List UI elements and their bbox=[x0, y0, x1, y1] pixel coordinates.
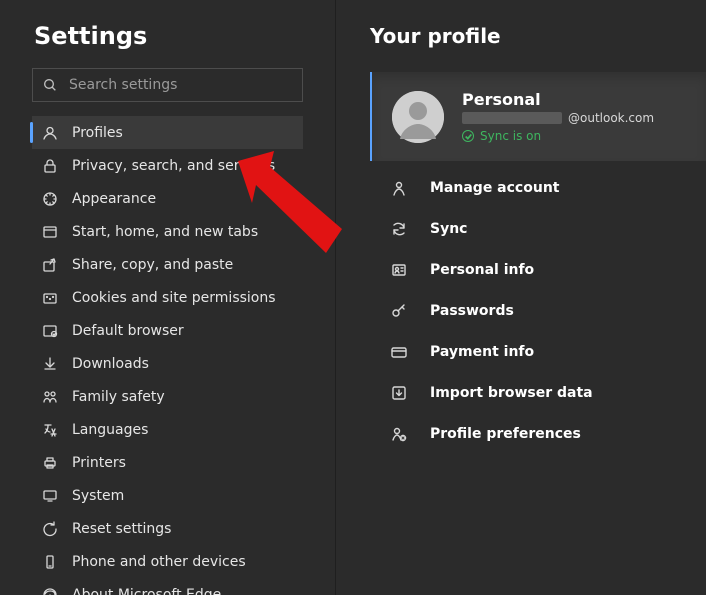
sidebar-item-downloads[interactable]: Downloads bbox=[32, 347, 303, 380]
sidebar-item-label: Printers bbox=[72, 455, 126, 471]
cookies-icon bbox=[42, 290, 58, 306]
printer-icon bbox=[42, 455, 58, 471]
share-icon bbox=[42, 257, 58, 273]
sidebar-item-share-copy-and-paste[interactable]: Share, copy, and paste bbox=[32, 248, 303, 281]
search-wrap bbox=[32, 68, 303, 102]
sidebar-item-label: Share, copy, and paste bbox=[72, 257, 233, 273]
action-label: Payment info bbox=[430, 344, 534, 360]
action-passwords[interactable]: Passwords bbox=[370, 290, 706, 331]
sidebar-item-about-microsoft-edge[interactable]: About Microsoft Edge bbox=[32, 578, 303, 595]
action-label: Passwords bbox=[430, 303, 514, 319]
sync-status: Sync is on bbox=[462, 129, 654, 143]
import-icon bbox=[390, 384, 408, 402]
sidebar-item-privacy-search-and-services[interactable]: Privacy, search, and services bbox=[32, 149, 303, 182]
personalinfo-icon bbox=[390, 261, 408, 279]
profile-name: Personal bbox=[462, 90, 654, 109]
sidebar-item-family-safety[interactable]: Family safety bbox=[32, 380, 303, 413]
phone-icon bbox=[42, 554, 58, 570]
sidebar-item-label: Family safety bbox=[72, 389, 165, 405]
profile-actions: Manage account Sync Personal info Passwords… bbox=[370, 161, 706, 454]
sidebar-item-languages[interactable]: Languages bbox=[32, 413, 303, 446]
action-manage-account[interactable]: Manage account bbox=[370, 167, 706, 208]
main-panel: Your profile Personal @outlook.com Sync … bbox=[336, 0, 706, 595]
home-icon bbox=[42, 224, 58, 240]
profile-email: @outlook.com bbox=[462, 111, 654, 125]
sidebar-item-label: Languages bbox=[72, 422, 148, 438]
sync-icon bbox=[390, 220, 408, 238]
settings-title: Settings bbox=[0, 22, 335, 68]
browser-icon bbox=[42, 323, 58, 339]
email-masked bbox=[462, 112, 562, 124]
family-icon bbox=[42, 389, 58, 405]
action-import-browser-data[interactable]: Import browser data bbox=[370, 372, 706, 413]
profilepref-icon bbox=[390, 425, 408, 443]
action-sync[interactable]: Sync bbox=[370, 208, 706, 249]
settings-sidebar: Settings Profiles Privacy, search, and se… bbox=[0, 0, 336, 595]
sidebar-item-label: About Microsoft Edge bbox=[72, 587, 221, 595]
sidebar-item-label: Reset settings bbox=[72, 521, 171, 537]
sync-check-icon bbox=[462, 130, 474, 142]
key-icon bbox=[390, 302, 408, 320]
languages-icon bbox=[42, 422, 58, 438]
sidebar-item-cookies-and-site-permissions[interactable]: Cookies and site permissions bbox=[32, 281, 303, 314]
action-label: Personal info bbox=[430, 262, 534, 278]
profile-card[interactable]: Personal @outlook.com Sync is on bbox=[370, 72, 706, 161]
action-label: Profile preferences bbox=[430, 426, 581, 442]
sidebar-item-label: Privacy, search, and services bbox=[72, 158, 275, 174]
sidebar-item-system[interactable]: System bbox=[32, 479, 303, 512]
download-icon bbox=[42, 356, 58, 372]
action-label: Manage account bbox=[430, 180, 559, 196]
action-profile-preferences[interactable]: Profile preferences bbox=[370, 413, 706, 454]
lock-icon bbox=[42, 158, 58, 174]
sidebar-item-label: Default browser bbox=[72, 323, 184, 339]
sidebar-item-label: Profiles bbox=[72, 125, 123, 141]
card-icon bbox=[390, 343, 408, 361]
profile-info: Personal @outlook.com Sync is on bbox=[462, 90, 654, 143]
reset-icon bbox=[42, 521, 58, 537]
account-icon bbox=[390, 179, 408, 197]
search-input[interactable] bbox=[32, 68, 303, 102]
sidebar-item-label: Cookies and site permissions bbox=[72, 290, 276, 306]
search-icon bbox=[42, 77, 58, 93]
sidebar-item-start-home-and-new-tabs[interactable]: Start, home, and new tabs bbox=[32, 215, 303, 248]
sidebar-item-label: Phone and other devices bbox=[72, 554, 246, 570]
sidebar-item-appearance[interactable]: Appearance bbox=[32, 182, 303, 215]
sidebar-item-label: System bbox=[72, 488, 124, 504]
action-label: Import browser data bbox=[430, 385, 593, 401]
appearance-icon bbox=[42, 191, 58, 207]
sidebar-item-profiles[interactable]: Profiles bbox=[32, 116, 303, 149]
sidebar-item-printers[interactable]: Printers bbox=[32, 446, 303, 479]
system-icon bbox=[42, 488, 58, 504]
profile-icon bbox=[42, 125, 58, 141]
sidebar-nav: Profiles Privacy, search, and services App… bbox=[0, 116, 335, 595]
sidebar-item-phone-and-other-devices[interactable]: Phone and other devices bbox=[32, 545, 303, 578]
action-label: Sync bbox=[430, 221, 467, 237]
sidebar-item-label: Appearance bbox=[72, 191, 156, 207]
action-personal-info[interactable]: Personal info bbox=[370, 249, 706, 290]
page-title: Your profile bbox=[370, 24, 706, 48]
sidebar-item-reset-settings[interactable]: Reset settings bbox=[32, 512, 303, 545]
email-suffix: @outlook.com bbox=[568, 111, 654, 125]
avatar bbox=[392, 91, 444, 143]
sidebar-item-label: Downloads bbox=[72, 356, 149, 372]
action-payment-info[interactable]: Payment info bbox=[370, 331, 706, 372]
sync-label: Sync is on bbox=[480, 129, 541, 143]
sidebar-item-default-browser[interactable]: Default browser bbox=[32, 314, 303, 347]
edge-icon bbox=[42, 587, 58, 595]
sidebar-item-label: Start, home, and new tabs bbox=[72, 224, 258, 240]
